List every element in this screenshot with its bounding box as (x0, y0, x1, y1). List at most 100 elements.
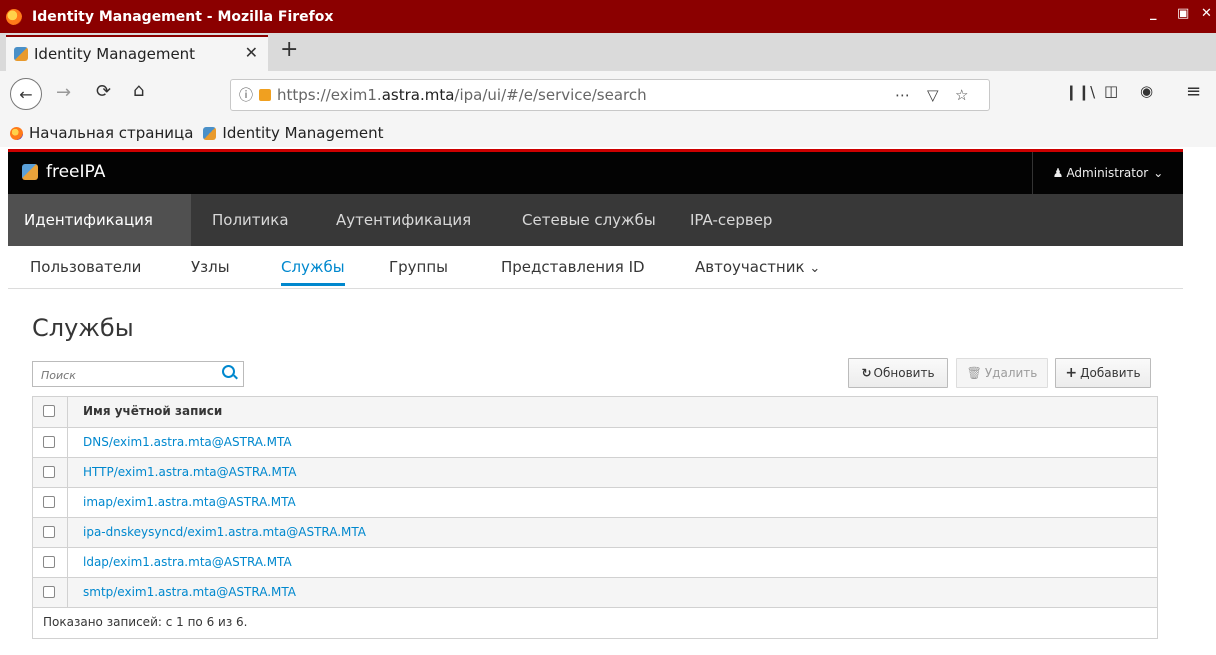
service-link[interactable]: ipa-dnskeysyncd/exim1.astra.mta@ASTRA.MT… (83, 525, 366, 539)
brand[interactable]: freeIPA (22, 162, 105, 182)
user-menu[interactable]: ♟ Administrator ⌄ (1032, 152, 1183, 194)
refresh-label: Обновить (873, 366, 935, 380)
search-box (32, 361, 244, 387)
firefox-bookmark-icon (10, 126, 23, 140)
tab-bar: Identity Management ✕ (0, 33, 1216, 71)
automember-label: Автоучастник (695, 258, 805, 276)
row-checkbox[interactable] (43, 556, 55, 568)
column-divider (67, 397, 68, 427)
browser-tab[interactable]: Identity Management ✕ (6, 35, 268, 71)
table-row: imap/exim1.astra.mta@ASTRA.MTA (33, 487, 1157, 517)
url-text[interactable]: https://exim1.astra.mta/ipa/ui/#/e/servi… (277, 86, 647, 104)
search-input[interactable] (39, 366, 213, 384)
app-header: freeIPA ♟ Administrator ⌄ (8, 149, 1183, 194)
add-label: Добавить (1080, 366, 1141, 380)
column-divider (67, 458, 68, 487)
primary-nav: Идентификация Политика Аутентификация Се… (8, 194, 1183, 246)
tab-id-views[interactable]: Представления ID (501, 258, 645, 276)
minimize-icon[interactable]: _ (1150, 6, 1157, 21)
service-link[interactable]: ldap/exim1.astra.mta@ASTRA.MTA (83, 555, 292, 569)
bookmark-label: Начальная страница (29, 124, 194, 142)
window-titlebar: Identity Management - Mozilla Firefox _ … (0, 0, 1216, 33)
url-bar[interactable]: ⓘ https://exim1.astra.mta/ipa/ui/#/e/ser… (230, 79, 990, 111)
plus-icon: + (1065, 365, 1078, 381)
select-all-checkbox[interactable] (43, 405, 55, 417)
search-icon[interactable] (222, 365, 235, 378)
row-checkbox[interactable] (43, 436, 55, 448)
record-count: Показано записей: с 1 по 6 из 6. (43, 615, 248, 629)
table-row: HTTP/exim1.astra.mta@ASTRA.MTA (33, 457, 1157, 487)
table-footer: Показано записей: с 1 по 6 из 6. (33, 607, 1157, 638)
firefox-logo-icon (6, 8, 22, 25)
bookmark-star-icon[interactable]: ☆ (955, 86, 968, 104)
row-checkbox[interactable] (43, 586, 55, 598)
table-header: Имя учётной записи (33, 397, 1157, 427)
service-link[interactable]: smtp/exim1.astra.mta@ASTRA.MTA (83, 585, 296, 599)
home-icon[interactable]: ⌂ (133, 80, 144, 101)
info-icon[interactable]: ⓘ (239, 85, 253, 105)
tab-services[interactable]: Службы (281, 258, 345, 286)
user-icon: ♟ (1052, 166, 1064, 180)
page-actions-icon[interactable]: ⋯ (895, 86, 910, 104)
service-link[interactable]: DNS/exim1.astra.mta@ASTRA.MTA (83, 435, 292, 449)
bookmark-start-page[interactable]: Начальная страница (10, 124, 193, 142)
hamburger-menu-icon[interactable]: ≡ (1186, 81, 1201, 102)
ipa-favicon-icon (14, 47, 28, 61)
table-row: ldap/exim1.astra.mta@ASTRA.MTA (33, 547, 1157, 577)
row-checkbox[interactable] (43, 466, 55, 478)
tab-groups[interactable]: Группы (389, 258, 448, 276)
library-icon[interactable]: ❙❙\ (1065, 83, 1095, 101)
close-tab-icon[interactable]: ✕ (245, 43, 258, 62)
navigation-bar: ← → ⟳ ⌂ ⓘ https://exim1.astra.mta/ipa/ui… (0, 71, 1216, 119)
close-window-icon[interactable]: ✕ (1201, 6, 1212, 21)
nav-policy[interactable]: Политика (196, 194, 305, 246)
add-button[interactable]: + Добавить (1055, 358, 1151, 388)
account-icon[interactable]: ◉ (1140, 82, 1153, 100)
column-divider (67, 428, 68, 457)
table-row: DNS/exim1.astra.mta@ASTRA.MTA (33, 427, 1157, 457)
back-icon[interactable]: ← (10, 78, 42, 110)
pocket-icon[interactable]: ▽ (927, 86, 939, 104)
tab-users[interactable]: Пользователи (30, 258, 141, 276)
refresh-icon: ↻ (861, 366, 872, 380)
lock-warning-icon[interactable] (259, 89, 271, 101)
maximize-icon[interactable]: ▣ (1177, 6, 1189, 21)
column-header-principal[interactable]: Имя учётной записи (83, 404, 222, 418)
delete-label: Удалить (984, 366, 1038, 380)
nav-ipa-server[interactable]: IPA-сервер (674, 194, 788, 246)
sidebar-icon[interactable]: ◫ (1104, 82, 1118, 100)
tab-label: Identity Management (34, 45, 196, 63)
service-link[interactable]: imap/exim1.astra.mta@ASTRA.MTA (83, 495, 296, 509)
nav-network-services[interactable]: Сетевые службы (506, 194, 672, 246)
row-checkbox[interactable] (43, 526, 55, 538)
nav-identity[interactable]: Идентификация (8, 194, 191, 246)
table-row: smtp/exim1.astra.mta@ASTRA.MTA (33, 577, 1157, 607)
user-name: Administrator (1066, 166, 1149, 180)
forward-icon[interactable]: → (56, 82, 71, 103)
chevron-down-icon: ⌄ (809, 261, 821, 276)
reload-icon[interactable]: ⟳ (96, 81, 111, 102)
new-tab-icon[interactable]: + (280, 37, 298, 62)
trash-icon: 🗑 (966, 366, 982, 380)
ipa-bookmark-icon (203, 126, 217, 140)
secondary-nav: Пользователи Узлы Службы Группы Представ… (8, 246, 1183, 289)
bookmark-label: Identity Management (222, 124, 384, 142)
bookmark-identity-management[interactable]: Identity Management (203, 124, 383, 142)
bookmarks-toolbar: Начальная страница Identity Management (0, 119, 1216, 147)
service-link[interactable]: HTTP/exim1.astra.mta@ASTRA.MTA (83, 465, 296, 479)
refresh-button[interactable]: ↻ Обновить (848, 358, 948, 388)
tab-hosts[interactable]: Узлы (191, 258, 230, 276)
chevron-down-icon: ⌄ (1153, 166, 1164, 180)
row-checkbox[interactable] (43, 496, 55, 508)
brand-name: freeIPA (46, 162, 106, 182)
tab-automember[interactable]: Автоучастник ⌄ (695, 258, 820, 276)
page-title: Службы (32, 314, 134, 342)
column-divider (67, 488, 68, 517)
services-table: Имя учётной записи DNS/exim1.astra.mta@A… (32, 396, 1158, 639)
column-divider (67, 548, 68, 577)
freeipa-logo-icon (22, 164, 38, 180)
table-row: ipa-dnskeysyncd/exim1.astra.mta@ASTRA.MT… (33, 517, 1157, 547)
delete-button[interactable]: 🗑 Удалить (956, 358, 1048, 388)
column-divider (67, 518, 68, 547)
nav-authentication[interactable]: Аутентификация (320, 194, 487, 246)
